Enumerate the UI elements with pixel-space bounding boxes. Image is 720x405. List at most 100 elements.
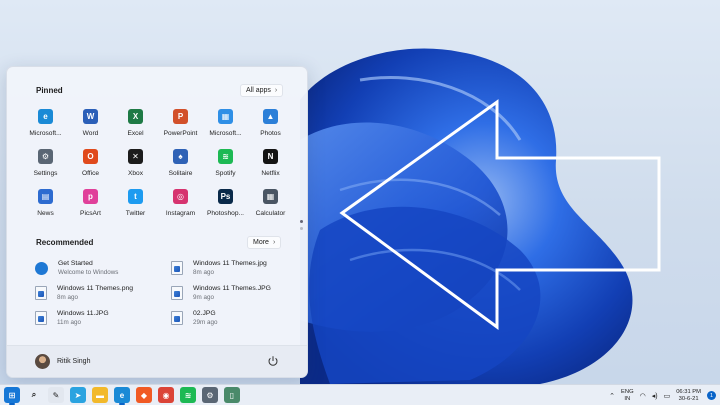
- pinned-app-label: Photoshop...: [206, 210, 245, 217]
- pinned-app-label: Microsoft...: [29, 130, 62, 137]
- pinned-app[interactable]: ⚙ Settings: [23, 147, 68, 187]
- pinned-app[interactable]: p PicsArt: [68, 187, 113, 227]
- pinned-app-label: Microsoft...: [209, 130, 242, 137]
- start-menu: Pinned All apps › e Microsoft... W Word X Exc…: [6, 66, 308, 378]
- pinned-app-label: Calculator: [255, 210, 286, 217]
- pinned-app[interactable]: X Excel: [113, 107, 158, 147]
- clock-time: 06:31 PM: [676, 388, 701, 395]
- pinned-app[interactable]: ♠ Solitaire: [158, 147, 203, 187]
- clock[interactable]: 06:31 PM 30-6-21: [676, 389, 701, 403]
- chrome-icon[interactable]: ◉: [158, 387, 174, 403]
- get-started-icon: [35, 261, 48, 275]
- recommended-item-name: Windows 11 Themes.JPG: [193, 285, 271, 292]
- pinned-apps-grid: e Microsoft... W Word X Excel P PowerPoint ▦ Micr…: [23, 107, 293, 227]
- recommended-item[interactable]: 02.JPG 29m ago: [171, 307, 296, 329]
- pinned-app[interactable]: N Netflix: [248, 147, 293, 187]
- pinned-app-label: Netflix: [261, 170, 280, 177]
- clock-date: 30-6-21: [678, 395, 699, 402]
- all-apps-button[interactable]: All apps ›: [240, 84, 284, 97]
- wifi-icon[interactable]: ◠: [640, 392, 646, 400]
- image-file-icon: [35, 311, 47, 325]
- recommended-item-detail: 11m ago: [57, 319, 82, 326]
- pinned-app-label: News: [37, 210, 54, 217]
- pinned-app-label: Instagram: [165, 210, 196, 217]
- pinned-app-label: Excel: [127, 130, 144, 137]
- pinned-app-label: Photos: [260, 130, 281, 137]
- image-file-icon: [171, 261, 183, 275]
- recommended-item-text: Windows 11 Themes.png 8m ago: [57, 285, 133, 301]
- telegram-icon[interactable]: ➤: [70, 387, 86, 403]
- pinned-app-label: PowerPoint: [163, 130, 198, 137]
- picsart-icon: p: [83, 189, 98, 204]
- recommended-item[interactable]: Windows 11 Themes.JPG 9m ago: [171, 282, 296, 304]
- more-button[interactable]: More ›: [247, 236, 282, 249]
- brave-icon[interactable]: ◆: [136, 387, 152, 403]
- pinned-app[interactable]: ◎ Instagram: [158, 187, 203, 227]
- page-dot-active: [300, 220, 303, 223]
- page-indicator[interactable]: [300, 220, 303, 234]
- recommended-item-detail: 9m ago: [193, 294, 215, 301]
- edge-icon[interactable]: e: [114, 387, 130, 405]
- store-icon: ▦: [218, 109, 233, 124]
- battery-icon[interactable]: ▭: [664, 392, 671, 400]
- page-dot: [300, 227, 303, 230]
- image-file-icon: [171, 286, 183, 300]
- system-tray: ⌃ ENG IN ◠ ◂) ▭ 06:31 PM 30-6-21 1: [609, 385, 716, 405]
- pinned-app[interactable]: O Office: [68, 147, 113, 187]
- settings-icon[interactable]: ⚙: [202, 387, 218, 403]
- paint-icon[interactable]: ✎: [48, 387, 64, 403]
- user-name: Ritik Singh: [57, 358, 91, 365]
- xbox-icon: ✕: [128, 149, 143, 164]
- pinned-app[interactable]: ▦ Calculator: [248, 187, 293, 227]
- recommended-item-text: Windows 11 Themes.jpg 8m ago: [193, 260, 267, 276]
- notification-badge[interactable]: 1: [707, 391, 716, 400]
- recommended-item[interactable]: Windows 11 Themes.png 8m ago: [35, 282, 160, 304]
- pinned-app-label: Twitter: [125, 210, 146, 217]
- pinned-app-label: Office: [81, 170, 100, 177]
- recommended-item-text: Windows 11.JPG 11m ago: [57, 310, 109, 326]
- pinned-app[interactable]: t Twitter: [113, 187, 158, 227]
- search-icon[interactable]: ⌕: [26, 387, 42, 403]
- power-icon[interactable]: [267, 355, 279, 367]
- pinned-app[interactable]: ▲ Photos: [248, 107, 293, 147]
- windows-start-icon[interactable]: ⊞: [4, 387, 20, 405]
- recommended-item[interactable]: Windows 11 Themes.jpg 8m ago: [171, 257, 296, 279]
- chevron-right-icon: ›: [274, 87, 278, 94]
- photoshop-icon: Ps: [218, 189, 233, 204]
- recommended-item-name: Get Started: [58, 260, 93, 267]
- pinned-app[interactable]: ▤ News: [23, 187, 68, 227]
- user-account[interactable]: Ritik Singh: [35, 354, 90, 369]
- pinned-app[interactable]: P PowerPoint: [158, 107, 203, 147]
- file-explorer-icon[interactable]: ▬: [92, 387, 108, 403]
- language-indicator[interactable]: ENG IN: [621, 389, 634, 403]
- word-icon: W: [83, 109, 98, 124]
- instagram-icon: ◎: [173, 189, 188, 204]
- recommended-item-name: Windows 11 Themes.png: [57, 285, 134, 292]
- start-menu-footer: Ritik Singh: [7, 345, 307, 377]
- recommended-item-text: Get Started Welcome to Windows: [58, 260, 118, 276]
- pinned-app-label: Settings: [33, 170, 58, 177]
- office-icon: O: [83, 149, 98, 164]
- spotify-icon[interactable]: ≋: [180, 387, 196, 403]
- recommended-item-detail: 29m ago: [193, 319, 218, 326]
- recommended-item-text: 02.JPG 29m ago: [193, 310, 218, 326]
- recommended-item-detail: 8m ago: [57, 294, 79, 301]
- recommended-item[interactable]: Get Started Welcome to Windows: [35, 257, 160, 279]
- chevron-right-icon: ›: [272, 239, 276, 246]
- pinned-app[interactable]: e Microsoft...: [23, 107, 68, 147]
- recommended-item-name: Windows 11 Themes.jpg: [193, 260, 267, 267]
- recommended-item-name: 02.JPG: [193, 310, 216, 317]
- volume-icon[interactable]: ◂): [652, 392, 658, 400]
- recommended-title: Recommended: [36, 238, 94, 247]
- twitter-icon: t: [128, 189, 143, 204]
- taskbar-pinned-apps: ⊞ ⌕ ✎ ➤ ▬ e ◆ ◉ ≋ ⚙ ▯: [4, 387, 240, 405]
- pinned-app[interactable]: ✕ Xbox: [113, 147, 158, 187]
- pinned-title: Pinned: [36, 86, 63, 95]
- pinned-app[interactable]: ▦ Microsoft...: [203, 107, 248, 147]
- pinned-app[interactable]: Ps Photoshop...: [203, 187, 248, 227]
- pinned-app[interactable]: ≋ Spotify: [203, 147, 248, 187]
- chevron-up-icon[interactable]: ⌃: [609, 392, 615, 400]
- recommended-item[interactable]: Windows 11.JPG 11m ago: [35, 307, 160, 329]
- pinned-app[interactable]: W Word: [68, 107, 113, 147]
- phone-icon[interactable]: ▯: [224, 387, 240, 403]
